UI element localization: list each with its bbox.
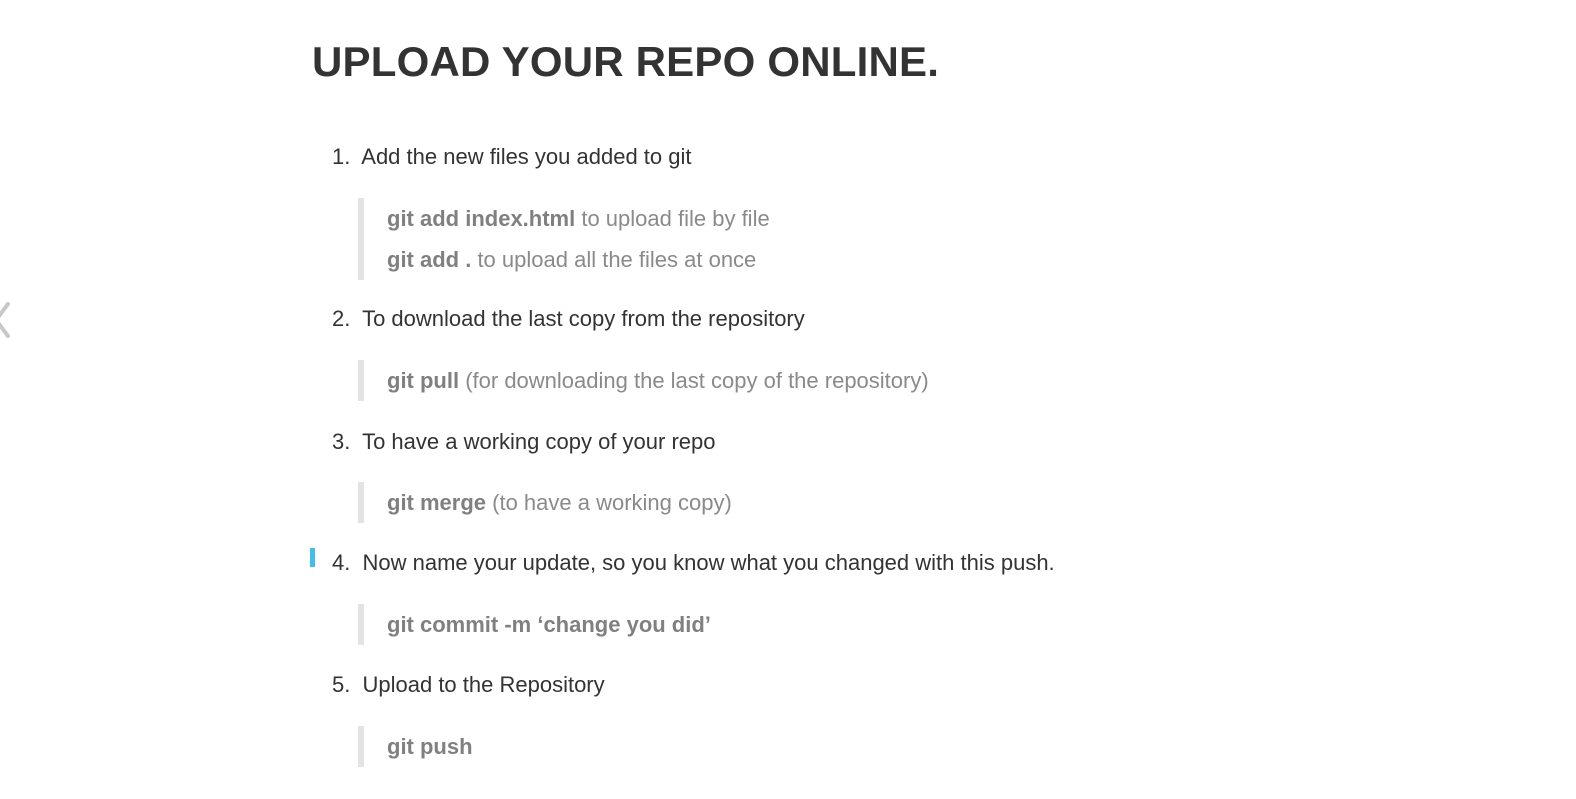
command-note: (for downloading the last copy of the re… — [459, 368, 929, 393]
git-command: git merge — [387, 490, 487, 515]
command-blockquote-step-4: git commit -m ‘change you did’ — [358, 604, 711, 645]
list-item-step-2: 2. To download the last copy from the re… — [332, 304, 805, 334]
step-text: To download the last copy from the repos… — [362, 306, 805, 331]
list-item-step-4: 4. Now name your update, so you know wha… — [332, 548, 1055, 578]
git-command: git push — [387, 734, 473, 759]
list-item-step-5: 5. Upload to the Repository — [332, 670, 605, 700]
command-line: git push — [387, 726, 473, 767]
step-number: 5. — [332, 672, 351, 697]
git-command: git pull — [387, 368, 460, 393]
git-command: git add index.html — [387, 206, 576, 231]
command-note: to upload file by file — [575, 206, 770, 231]
step-text: Now name your update, so you know what y… — [362, 550, 1055, 575]
step-number: 2. — [332, 306, 351, 331]
command-note: (to have a working copy) — [486, 490, 732, 515]
command-blockquote-step-2: git pull (for downloading the last copy … — [358, 360, 929, 401]
slide-page: UPLOAD YOUR REPO ONLINE. 1. Add the new … — [0, 0, 1576, 799]
command-line: git pull (for downloading the last copy … — [387, 360, 929, 401]
chevron-left-icon — [0, 302, 10, 338]
step-number: 3. — [332, 429, 351, 454]
command-line: git commit -m ‘change you did’ — [387, 604, 711, 645]
command-blockquote-step-3: git merge (to have a working copy) — [358, 482, 732, 523]
command-blockquote-step-1: git add index.html to upload file by fil… — [358, 198, 770, 280]
step-text: Upload to the Repository — [362, 672, 605, 697]
text-cursor-marker — [310, 548, 315, 567]
step-number: 1. — [332, 144, 351, 169]
git-command: git commit -m ‘change you did’ — [387, 612, 711, 637]
step-text: To have a working copy of your repo — [362, 429, 716, 454]
command-line: git add index.html to upload file by fil… — [387, 198, 770, 239]
list-item-step-1: 1. Add the new files you added to git — [332, 142, 692, 172]
list-item-step-3: 3. To have a working copy of your repo — [332, 427, 716, 457]
previous-slide-button[interactable] — [0, 300, 14, 340]
step-text: Add the new files you added to git — [361, 144, 692, 169]
step-number: 4. — [332, 550, 351, 575]
git-command: git add . — [387, 247, 472, 272]
command-line: git merge (to have a working copy) — [387, 482, 732, 523]
page-title: UPLOAD YOUR REPO ONLINE. — [312, 38, 940, 85]
command-note: to upload all the files at once — [471, 247, 757, 272]
command-line: git add . to upload all the files at onc… — [387, 239, 770, 280]
command-blockquote-step-5: git push — [358, 726, 473, 767]
